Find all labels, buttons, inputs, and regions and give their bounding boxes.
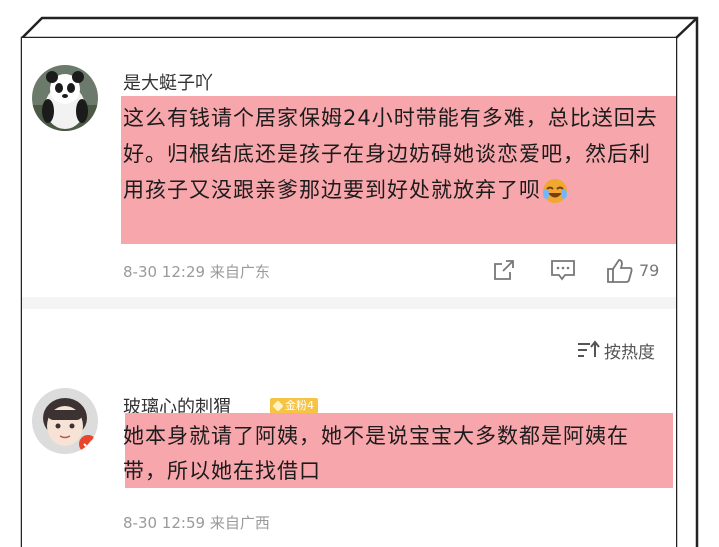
username[interactable]: 是大蜓子吖 <box>123 69 213 95</box>
fan-badge: 金粉4 <box>270 398 318 414</box>
comment-icon <box>551 260 575 281</box>
comment-card: 是大蜓子吖 这么有钱请个居家保姆24小时带能有多难，总比送回去好。归根结底还是孩… <box>22 38 676 547</box>
thumbs-up-icon <box>607 259 633 283</box>
timestamp: 8-30 12:29 <box>123 263 206 281</box>
avatar[interactable] <box>32 388 98 454</box>
share-button[interactable] <box>492 258 516 286</box>
sort-label: 按热度 <box>604 343 655 363</box>
badge-icon <box>272 400 284 412</box>
laugh-cry-emoji-icon <box>541 177 569 205</box>
like-count: 79 <box>639 261 660 280</box>
like-button[interactable] <box>606 258 634 288</box>
comment-meta: 8-30 12:59 来自广西 <box>123 512 270 533</box>
timestamp: 8-30 12:59 <box>123 514 206 532</box>
comment-meta: 8-30 12:29 来自广东 <box>123 261 270 282</box>
avatar[interactable] <box>32 65 98 131</box>
divider <box>22 297 676 309</box>
comment-text: 这么有钱请个居家保姆24小时带能有多难，总比送回去好。归根结底还是孩子在身边妨碍… <box>123 100 663 208</box>
location: 来自广西 <box>209 514 270 532</box>
comment-button[interactable] <box>550 258 576 286</box>
comment-text: 她本身就请了阿姨，她不是说宝宝大多数都是阿姨在带，所以她在找借口 <box>123 424 629 483</box>
location: 来自广东 <box>209 263 270 281</box>
share-icon <box>494 260 514 280</box>
sort-icon <box>578 340 600 357</box>
